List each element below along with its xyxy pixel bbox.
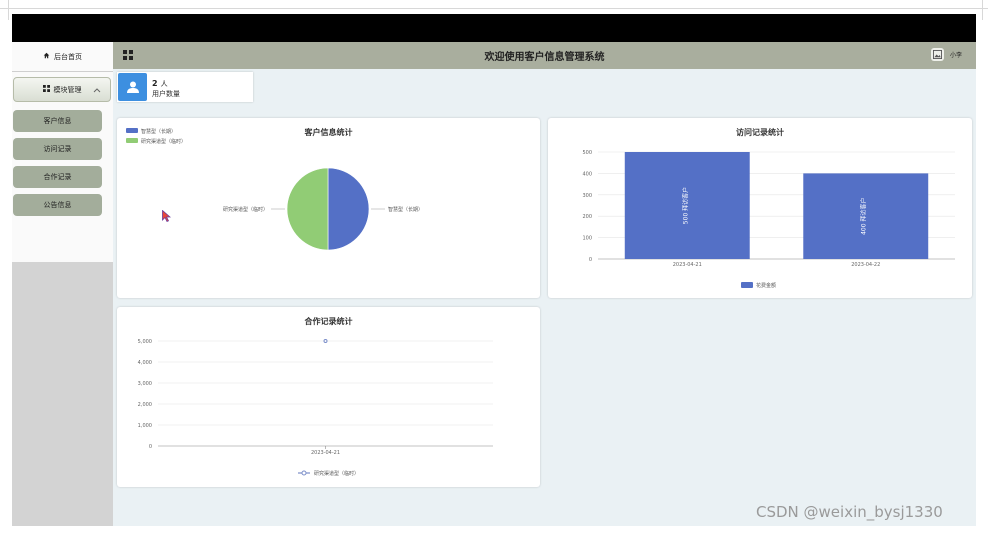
sidebar-home-label: 后台首页 (54, 52, 82, 61)
y-tick-label: 100 (582, 236, 592, 242)
sidebar-home-link[interactable]: 后台首页 (12, 42, 113, 72)
sidebar-item-label: 公告信息 (43, 201, 72, 209)
mouse-cursor-icon (162, 207, 172, 226)
bar-data-label: 400 拜访客户 (860, 198, 868, 235)
line-chart: 0 1,000 2,000 3,000 4,000 5,000 2023-04-21 研究渠道… (138, 339, 493, 477)
module-menu-label: 模块管理 (53, 85, 82, 94)
pie-slice-label: 研究渠道型（临时） (223, 206, 268, 213)
y-tick-label: 5,000 (138, 339, 152, 345)
y-tick-label: 200 (582, 214, 592, 220)
bar-data-label: 500 拜访客户 (681, 187, 689, 224)
pie-slice (327, 167, 370, 251)
bar-chart: 0 100 200 300 400 500 500 拜访客户 2023-04-21 400 拜访… (582, 150, 955, 289)
y-tick-label: 2,000 (138, 402, 152, 408)
user-icon (118, 73, 147, 101)
pie-chart: 智慧型（长期） 研究渠道型（临时） 智慧型（长期） 研究渠道型（临时） (126, 128, 423, 251)
legend-swatch (126, 138, 138, 143)
top-header: 欢迎使用客户信息管理系统 小李 (113, 42, 976, 69)
sidebar-item-customer-info[interactable]: 客户信息 (13, 110, 102, 132)
sidebar-item-cooperation-records[interactable]: 合作记录 (13, 166, 102, 188)
y-tick-label: 0 (589, 257, 592, 263)
x-tick-label: 2023-04-22 (851, 262, 880, 268)
sidebar-item-announcements[interactable]: 公告信息 (13, 194, 102, 216)
pie-slice (286, 167, 329, 251)
window-frame-line (0, 8, 988, 9)
page-title: 欢迎使用客户信息管理系统 (484, 52, 605, 63)
visit-stats-panel: 访问记录统计 0 100 200 300 400 500 500 拜访客户 2023-04-2… (548, 118, 972, 298)
x-tick-label: 2023-04-21 (311, 450, 340, 456)
username: 小李 (949, 52, 962, 59)
watermark: CSDN @weixin_bysj1330 (756, 503, 943, 521)
user-menu[interactable]: 小李 (930, 48, 962, 61)
image-icon (932, 50, 942, 59)
user-count-label: 用户数量 (152, 89, 180, 98)
sidebar: 后台首页 模块管理 客户信息 访问记录 合作记录 公告信息 (12, 42, 113, 526)
legend-label: 花费金额 (756, 282, 776, 289)
window-frame-line (982, 0, 983, 20)
grid-icon (42, 85, 50, 94)
y-tick-label: 500 (582, 150, 592, 156)
sidebar-item-label: 访问记录 (43, 145, 72, 153)
module-menu-toggle[interactable]: 模块管理 (13, 77, 111, 102)
user-count-value: 2 (152, 78, 158, 88)
cooperation-stats-panel: 合作记录统计 0 1,000 2,000 3,000 4,000 5,000 2023-04… (117, 307, 540, 487)
window-frame-line (8, 0, 9, 20)
legend-label: 研究渠道型（临时） (314, 470, 359, 477)
top-black-bar (12, 14, 976, 42)
sidebar-item-visit-records[interactable]: 访问记录 (13, 138, 102, 160)
user-count-card: 2人 用户数量 (117, 72, 253, 102)
legend-swatch (741, 282, 753, 288)
customer-stats-panel: 客户信息统计 智慧型（长期） 研究渠道型（临时） 智慧型（长期） 研究渠道型（临时） (117, 118, 540, 298)
y-tick-label: 3,000 (138, 381, 152, 387)
y-tick-label: 1,000 (138, 423, 152, 429)
y-tick-label: 0 (149, 444, 152, 450)
sidebar-item-label: 客户信息 (43, 117, 72, 125)
chevron-up-icon (93, 86, 101, 95)
y-tick-label: 300 (582, 193, 592, 199)
legend-label: 智慧型（长期） (141, 128, 176, 135)
avatar (930, 48, 944, 61)
user-count-unit: 人 (160, 79, 168, 88)
x-tick-label: 2023-04-21 (673, 262, 702, 268)
main-content: 2人 用户数量 客户信息统计 智慧型（长期） 研究渠道型（临时） 智慧型（长期） 研究… (113, 69, 976, 526)
legend-swatch (126, 128, 138, 133)
pie-slice-label: 智慧型（长期） (388, 206, 423, 213)
home-icon (43, 52, 50, 61)
y-tick-label: 400 (582, 171, 592, 177)
grid-menu-icon[interactable] (123, 50, 133, 60)
sidebar-menu-group: 模块管理 客户信息 访问记录 合作记录 公告信息 (12, 72, 113, 262)
sidebar-item-label: 合作记录 (43, 173, 72, 181)
legend-label: 研究渠道型（临时） (141, 138, 186, 145)
line-point (323, 339, 328, 343)
y-tick-label: 4,000 (138, 360, 152, 366)
legend-marker (301, 470, 307, 476)
